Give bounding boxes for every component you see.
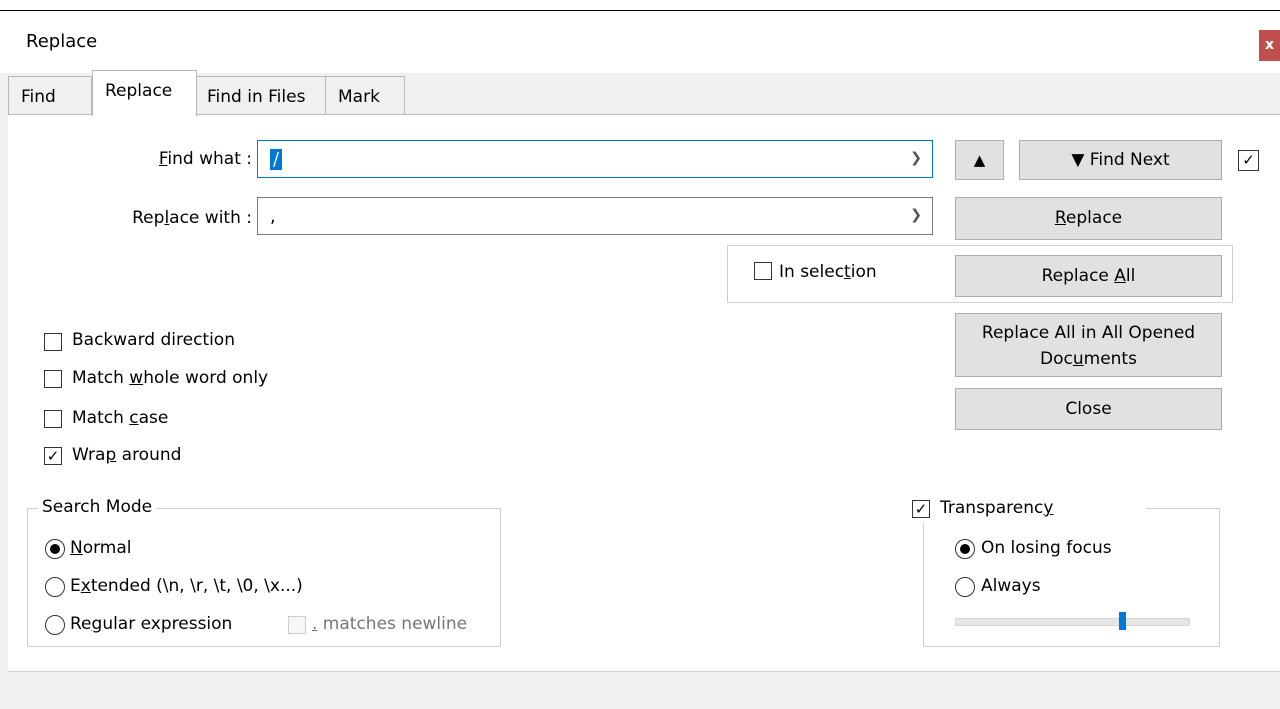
replace-with-label: Replace with : — [132, 208, 252, 228]
button-line-2: Documents — [1040, 349, 1137, 369]
matches-newline-checkbox[interactable] — [288, 616, 306, 634]
chevron-down-icon[interactable]: ❯ — [910, 150, 922, 166]
tab-replace[interactable]: Replace — [92, 70, 197, 116]
checkmark-icon: ✓ — [46, 447, 60, 465]
always-label: Always — [981, 576, 1041, 596]
in-selection-label: In selection — [779, 262, 877, 282]
wrap-around-label: Wrap around — [72, 445, 182, 465]
find-next-checkbox[interactable]: ✓ — [1238, 150, 1259, 171]
backward-direction-label: Backward direction — [72, 330, 235, 350]
tab-label: Replace — [105, 81, 173, 101]
match-case-label: Match case — [72, 408, 169, 428]
top-edge — [0, 0, 1280, 11]
replace-with-input[interactable]: , ❯ — [257, 197, 933, 235]
title-bar — [0, 11, 1280, 73]
find-what-input[interactable]: / ❯ — [257, 140, 933, 178]
regular-expression-label: Regular expression — [70, 614, 233, 634]
radio-dot-icon — [49, 543, 60, 554]
regular-expression-radio[interactable] — [45, 615, 65, 635]
find-previous-button[interactable]: ▲ — [955, 140, 1004, 180]
replace-with-value: , — [270, 206, 276, 227]
window-title: Replace — [26, 31, 98, 52]
always-radio[interactable] — [955, 577, 975, 597]
find-what-label: Find what : — [158, 149, 252, 169]
radio-dot-icon — [959, 543, 970, 554]
transparency-checkbox[interactable]: ✓ — [912, 500, 930, 518]
match-whole-word-label: Match whole word only — [72, 368, 269, 388]
button-line-1: Replace All in All Opened — [981, 323, 1196, 343]
tab-label: Mark — [338, 87, 380, 107]
replace-all-button[interactable]: Replace All — [955, 255, 1222, 297]
normal-radio[interactable] — [45, 539, 65, 559]
on-losing-focus-label: On losing focus — [981, 538, 1112, 558]
wrap-around-checkbox[interactable]: ✓ — [44, 447, 62, 465]
tab-find-in-files[interactable]: Find in Files — [196, 76, 326, 114]
match-whole-word-checkbox[interactable] — [44, 370, 62, 388]
tab-label: Find — [21, 87, 56, 107]
close-button[interactable]: Close — [955, 388, 1222, 430]
close-window-button[interactable]: x — [1259, 30, 1280, 61]
match-case-checkbox[interactable] — [44, 410, 62, 428]
replace-button[interactable]: Replace — [955, 197, 1222, 240]
normal-label: Normal — [70, 538, 132, 558]
search-mode-legend: Search Mode — [38, 497, 157, 517]
chevron-down-icon[interactable]: ❯ — [910, 207, 922, 223]
in-selection-checkbox[interactable] — [754, 262, 772, 280]
extended-radio[interactable] — [45, 577, 65, 597]
backward-direction-checkbox[interactable] — [44, 333, 62, 351]
tab-mark[interactable]: Mark — [325, 76, 405, 114]
replace-all-in-all-opened-documents-button[interactable]: Replace All in All Opened Documents — [955, 313, 1222, 377]
tab-label: Find in Files — [207, 87, 306, 107]
find-what-value: / — [270, 149, 283, 170]
on-losing-focus-radio[interactable] — [955, 539, 975, 559]
checkmark-icon: ✓ — [914, 500, 928, 518]
find-next-button[interactable]: ▼ Find Next — [1019, 140, 1222, 180]
extended-label: Extended (\n, \r, \t, \0, \x...) — [70, 576, 303, 596]
transparency-label: Transparency — [940, 498, 1054, 518]
tab-find[interactable]: Find — [8, 76, 92, 114]
matches-newline-label: . matches newline — [312, 614, 468, 634]
transparency-slider-track[interactable] — [955, 612, 1190, 630]
transparency-slider-thumb[interactable] — [1119, 612, 1126, 630]
